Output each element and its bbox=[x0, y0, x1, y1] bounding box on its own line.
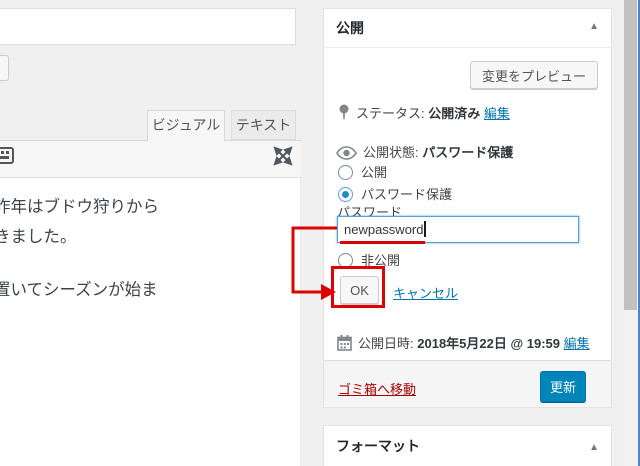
format-panel-title: フォーマット bbox=[324, 426, 611, 466]
radio-row-public[interactable]: 公開 bbox=[338, 162, 387, 181]
format-panel: フォーマット ▲ bbox=[323, 425, 612, 466]
visibility-row: 公開状態: パスワード保護 bbox=[336, 142, 513, 161]
editor-toolbar bbox=[0, 140, 301, 178]
cancel-link[interactable]: キャンセル bbox=[393, 283, 458, 302]
date-value: 2018年5月22日 @ 19:59 bbox=[417, 336, 560, 351]
annotation-underline bbox=[340, 241, 425, 244]
update-button[interactable]: 更新 bbox=[540, 371, 586, 402]
radio-public[interactable] bbox=[338, 165, 353, 180]
status-edit-link[interactable]: 編集 bbox=[484, 106, 510, 121]
date-label: 公開日時: bbox=[358, 336, 414, 351]
annotation-arrow bbox=[285, 218, 341, 304]
status-row: ステータス: 公開済み 編集 bbox=[338, 103, 510, 122]
visibility-label: 公開状態: bbox=[363, 145, 419, 160]
radio-password-label: パスワード保護 bbox=[361, 187, 452, 202]
tab-visual[interactable]: ビジュアル bbox=[147, 110, 225, 141]
tab-text[interactable]: テキスト bbox=[231, 110, 296, 140]
calendar-icon bbox=[337, 335, 352, 351]
post-title-input[interactable] bbox=[0, 8, 296, 45]
move-to-trash-link[interactable]: ゴミ箱へ移動 bbox=[338, 379, 416, 398]
content-text-line: きました。 bbox=[0, 223, 77, 247]
visibility-value: パスワード保護 bbox=[422, 145, 513, 160]
content-text-line: 昨年はブドウ狩りから bbox=[0, 193, 159, 217]
status-value: 公開済み bbox=[428, 106, 480, 121]
editor-content-area[interactable]: 昨年はブドウ狩りから きました。 置いてシーズンが始ま bbox=[0, 178, 301, 466]
status-label: ステータス: bbox=[356, 106, 425, 121]
radio-password-protected[interactable] bbox=[338, 187, 353, 202]
radio-public-label: 公開 bbox=[361, 165, 387, 180]
keyboard-icon[interactable] bbox=[0, 147, 14, 165]
scrollbar-track[interactable] bbox=[624, 0, 637, 466]
wordpress-post-editor-screen: ビジュアル テキスト 昨年はブドウ狩りから きました。 置いてシーズンが始ま 公… bbox=[0, 0, 640, 466]
publish-date-row: 公開日時: 2018年5月22日 @ 19:59 編集 bbox=[337, 333, 590, 352]
radio-row-password[interactable]: パスワード保護 bbox=[338, 184, 452, 203]
password-input[interactable] bbox=[337, 216, 579, 243]
collapse-panel-icon[interactable]: ▲ bbox=[589, 442, 599, 453]
content-text-line: 置いてシーズンが始ま bbox=[0, 276, 158, 300]
eye-icon bbox=[336, 146, 357, 160]
preview-changes-button[interactable]: 変更をプレビュー bbox=[470, 61, 598, 89]
fullscreen-icon[interactable] bbox=[273, 146, 293, 166]
collapse-panel-icon[interactable]: ▲ bbox=[589, 21, 599, 32]
publish-panel: 公開 ▲ 変更をプレビュー ステータス: 公開済み 編集 公開状態: パスワード… bbox=[323, 8, 612, 408]
add-media-button[interactable] bbox=[0, 55, 9, 81]
date-edit-link[interactable]: 編集 bbox=[564, 336, 590, 351]
publishing-actions-footer: ゴミ箱へ移動 更新 bbox=[324, 360, 611, 407]
pin-icon bbox=[338, 104, 350, 121]
scrollbar-thumb[interactable] bbox=[624, 0, 637, 310]
publish-panel-title: 公開 bbox=[324, 9, 611, 48]
text-caret bbox=[424, 221, 426, 237]
